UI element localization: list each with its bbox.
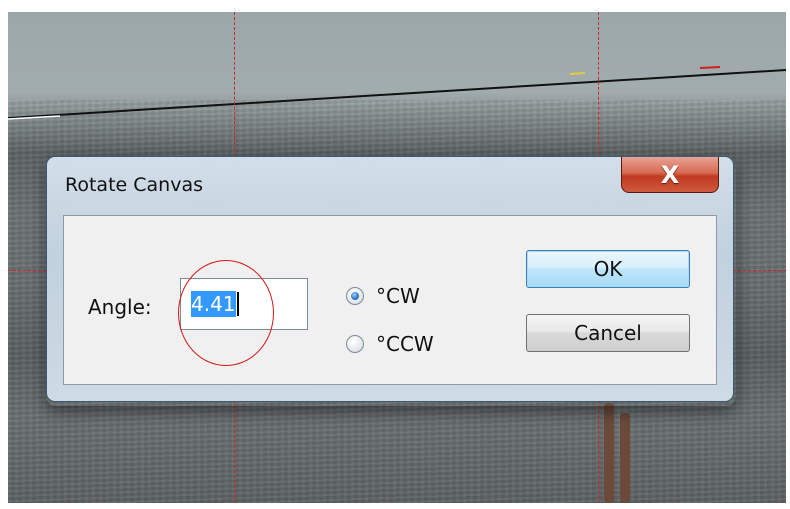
close-icon: X <box>660 160 680 189</box>
radio-unchecked-icon[interactable] <box>346 335 364 353</box>
angle-label: Angle: <box>88 295 152 319</box>
person-legs <box>598 400 638 503</box>
radio-cw[interactable]: °CW <box>346 284 420 308</box>
angle-value: 4.41 <box>191 291 236 317</box>
dialog-title: Rotate Canvas <box>65 174 203 196</box>
cancel-button[interactable]: Cancel <box>526 314 690 352</box>
radio-cw-label: °CW <box>376 284 420 308</box>
radio-checked-icon[interactable] <box>346 287 364 305</box>
ok-button[interactable]: OK <box>526 250 690 288</box>
dialog-titlebar[interactable]: Rotate Canvas X <box>47 157 733 215</box>
angle-input[interactable]: 4.41 <box>180 278 308 330</box>
rotate-canvas-dialog: Rotate Canvas X Angle: 4.41 °CW °CCW OK … <box>46 156 734 402</box>
text-caret <box>236 292 239 316</box>
radio-ccw[interactable]: °CCW <box>346 332 434 356</box>
close-button[interactable]: X <box>621 157 719 193</box>
radio-ccw-label: °CCW <box>376 332 434 356</box>
dialog-content: Angle: 4.41 °CW °CCW OK Cancel <box>63 215 717 385</box>
